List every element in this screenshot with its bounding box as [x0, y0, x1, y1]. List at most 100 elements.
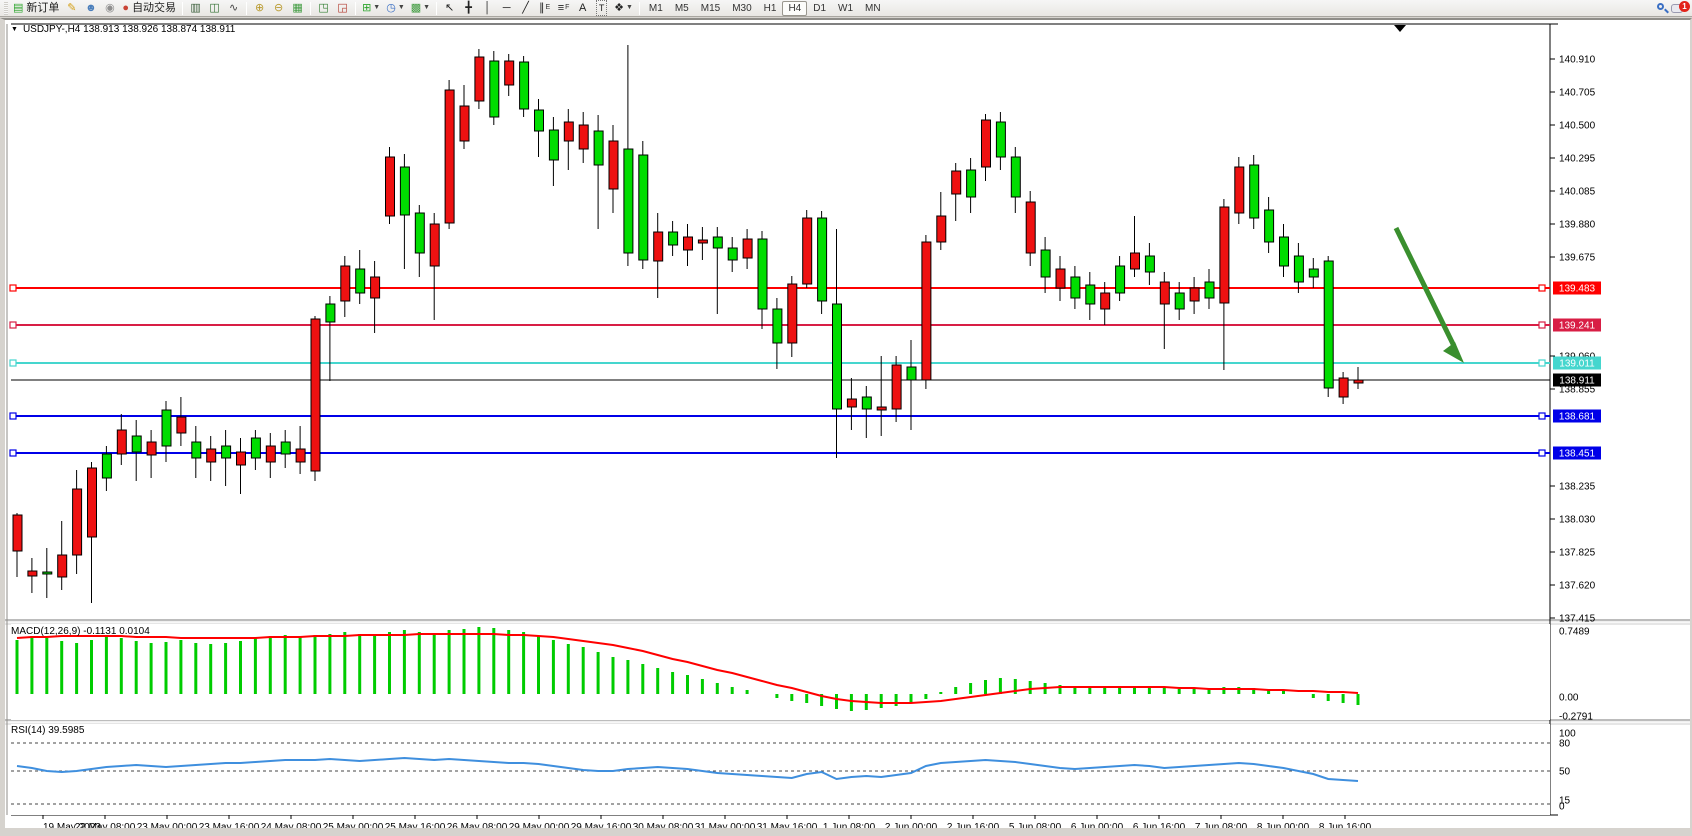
- periods-button[interactable]: ◷▼: [383, 1, 408, 16]
- line-handle[interactable]: [10, 322, 16, 328]
- auto-scroll-button[interactable]: ◳: [314, 1, 333, 16]
- new-chart-button[interactable]: ⊞▼: [359, 1, 383, 16]
- candle-body: [1294, 256, 1303, 282]
- chart-shift-glyph: ◲: [337, 1, 347, 15]
- time-axis-label: 6 Jun 00:00: [1071, 822, 1124, 828]
- arrows-button[interactable]: ❖▼: [611, 1, 636, 16]
- timeframe-button-m1[interactable]: M1: [643, 1, 669, 16]
- candle-body: [967, 170, 976, 197]
- candle-body: [862, 397, 871, 409]
- price-axis-label: 139.675: [1559, 253, 1596, 264]
- crosshair-button[interactable]: ╋: [459, 1, 478, 16]
- chart-canvas[interactable]: 140.910140.705140.500140.295140.085139.8…: [5, 20, 1690, 828]
- time-axis-label: 8 Jun 16:00: [1319, 822, 1372, 828]
- dropdown-arrow-icon[interactable]: ▼: [423, 1, 430, 15]
- zoom-in-button[interactable]: ⊕: [250, 1, 269, 16]
- icon-subscript: E: [546, 1, 551, 15]
- chat-notification-icon[interactable]: 1: [1670, 1, 1690, 16]
- candle-body: [207, 449, 216, 462]
- signals-icon[interactable]: ◉: [100, 1, 119, 16]
- icon-subscript: F: [565, 1, 569, 15]
- autotrading-button[interactable]: ●自动交易: [119, 1, 179, 16]
- crayon-icon-glyph: ✎: [67, 1, 76, 15]
- toolbar-separator: [355, 2, 356, 15]
- price-axis-label: 137.620: [1559, 581, 1596, 592]
- line-handle[interactable]: [10, 413, 16, 419]
- vertical-line-button[interactable]: │: [478, 1, 497, 16]
- candle-body: [1026, 202, 1035, 253]
- timeframe-button-h4[interactable]: H4: [782, 1, 807, 16]
- timeframe-button-d1[interactable]: D1: [807, 1, 832, 16]
- new-order-button[interactable]: ▤新订单: [10, 1, 62, 16]
- candlestick-chart-button[interactable]: ◫: [205, 1, 224, 16]
- candle-body: [654, 232, 663, 261]
- candle-body: [982, 120, 991, 167]
- symbol-dropdown-icon[interactable]: ▼: [11, 26, 18, 33]
- cursor-glyph: ↖: [445, 1, 454, 15]
- autotrading-glyph: ●: [122, 1, 129, 15]
- line-handle[interactable]: [10, 285, 16, 291]
- chart-shift-button[interactable]: ◲: [333, 1, 352, 16]
- timeframe-button-m30[interactable]: M30: [726, 1, 757, 16]
- cursor-button[interactable]: ↖: [440, 1, 459, 16]
- timeframe-button-m15[interactable]: M15: [695, 1, 726, 16]
- candle-body: [818, 218, 827, 301]
- dropdown-arrow-icon[interactable]: ▼: [626, 1, 633, 15]
- line-handle[interactable]: [1539, 360, 1545, 366]
- bar-chart-button[interactable]: ▥: [186, 1, 205, 16]
- price-axis-label: 140.500: [1559, 121, 1596, 132]
- candle-body: [922, 242, 931, 380]
- crayon-icon[interactable]: ✎: [62, 1, 81, 16]
- trendline-button[interactable]: ╱: [516, 1, 535, 16]
- candle-body: [445, 90, 454, 223]
- horizontal-line-glyph: ─: [503, 1, 511, 15]
- time-axis-label: 1 Jun 08:00: [823, 822, 876, 828]
- candle-body: [833, 304, 842, 409]
- arrows-glyph: ❖: [614, 1, 624, 15]
- chart-plot-area[interactable]: 140.910140.705140.500140.295140.085139.8…: [5, 20, 1690, 828]
- rsi-axis-label: 80: [1559, 739, 1571, 750]
- candle-body: [1131, 253, 1140, 269]
- line-handle[interactable]: [1539, 322, 1545, 328]
- dropdown-arrow-icon[interactable]: ▼: [398, 1, 405, 15]
- text-label-button[interactable]: T: [592, 1, 611, 16]
- dropdown-arrow-icon[interactable]: ▼: [373, 1, 380, 15]
- templates-button[interactable]: ▩▼: [408, 1, 433, 16]
- candle-body: [505, 61, 514, 85]
- fibonacci-glyph: ≡: [558, 1, 564, 15]
- price-axis-label: 140.705: [1559, 88, 1596, 99]
- candle-body: [237, 452, 246, 465]
- fibonacci-button[interactable]: ≡F: [554, 1, 573, 16]
- symbol-ohlc-text: USDJPY-,H4 138.913 138.926 138.874 138.9…: [23, 24, 235, 35]
- candle-body: [281, 442, 290, 454]
- search-icon[interactable]: [1654, 1, 1670, 16]
- candle-body: [1041, 250, 1050, 277]
- candle-body: [1145, 256, 1154, 272]
- candlestick-chart-glyph: ◫: [209, 1, 219, 15]
- timeframe-button-mn[interactable]: MN: [859, 1, 887, 16]
- horizontal-line-button[interactable]: ─: [497, 1, 516, 16]
- toolbar-separator: [436, 2, 437, 15]
- candle-body: [669, 232, 678, 245]
- timeframe-button-w1[interactable]: W1: [832, 1, 859, 16]
- line-handle[interactable]: [10, 450, 16, 456]
- candle-body: [609, 141, 618, 189]
- price-badge-label: 138.911: [1559, 376, 1595, 387]
- timeframe-button-h1[interactable]: H1: [758, 1, 783, 16]
- expert-advisor-icon[interactable]: ☻: [81, 1, 100, 16]
- zoom-out-button[interactable]: ⊖: [269, 1, 288, 16]
- line-handle[interactable]: [1539, 413, 1545, 419]
- price-badge-label: 138.681: [1559, 412, 1596, 423]
- line-handle[interactable]: [1539, 285, 1545, 291]
- timeframe-button-m5[interactable]: M5: [669, 1, 695, 16]
- line-handle[interactable]: [10, 360, 16, 366]
- tile-windows-button[interactable]: ▦: [288, 1, 307, 16]
- candle-body: [684, 237, 693, 250]
- channel-button[interactable]: ∥E: [535, 1, 554, 16]
- text-button[interactable]: A: [573, 1, 592, 16]
- expert-advisor-icon-glyph: ☻: [85, 1, 97, 15]
- candle-body: [43, 572, 52, 574]
- line-handle[interactable]: [1539, 450, 1545, 456]
- rsi-pane[interactable]: [11, 724, 1550, 815]
- line-chart-button[interactable]: ∿: [224, 1, 243, 16]
